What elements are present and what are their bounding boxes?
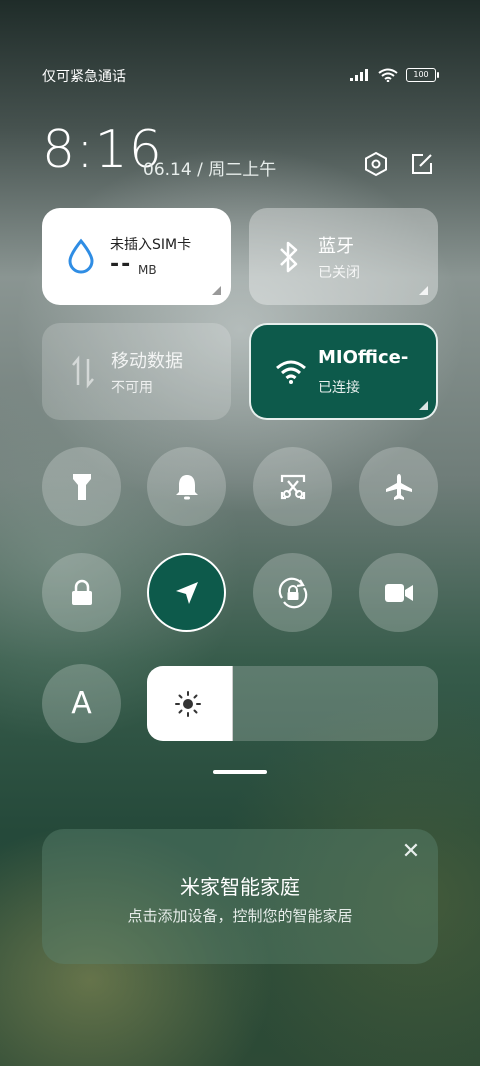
- location-icon: [175, 581, 198, 604]
- flashlight-icon: [72, 473, 91, 500]
- tile-expand-corner: [419, 286, 428, 295]
- close-icon[interactable]: ✕: [400, 841, 422, 863]
- mobile-data-arrows-icon: [72, 355, 94, 389]
- brightness-sun-icon: [175, 691, 201, 717]
- smart-home-card[interactable]: ✕ 米家智能家庭 点击添加设备，控制您的智能家居: [42, 829, 438, 964]
- silent-toggle[interactable]: [147, 447, 226, 526]
- mobile-data-tile[interactable]: 移动数据 不可用: [42, 323, 231, 420]
- video-camera-icon: [384, 583, 413, 602]
- edit-button[interactable]: [408, 150, 436, 178]
- wifi-tile[interactable]: MIOffice- 已连接: [249, 323, 438, 420]
- bluetooth-status: 已关闭: [318, 265, 360, 281]
- location-toggle[interactable]: [147, 553, 226, 632]
- status-emergency-only: 仅可紧急通话: [42, 69, 126, 85]
- wifi-icon: [276, 360, 306, 384]
- bell-icon: [175, 474, 198, 499]
- tile-expand-corner: [212, 286, 221, 295]
- mobile-data-title: 移动数据: [111, 351, 183, 372]
- screen-record-toggle[interactable]: [359, 553, 438, 632]
- airplane-icon: [385, 473, 412, 500]
- settings-hexagon-icon: [365, 151, 387, 177]
- lock-icon: [71, 579, 92, 605]
- airplane-mode-toggle[interactable]: [359, 447, 438, 526]
- data-usage-tile[interactable]: 未插入SIM卡 -- MB: [42, 208, 231, 305]
- rotation-lock-icon: [278, 577, 307, 608]
- screenshot-icon: [280, 474, 305, 499]
- bluetooth-icon: [280, 241, 298, 273]
- brightness-slider[interactable]: [147, 666, 438, 741]
- tile-expand-corner: [419, 401, 428, 410]
- bluetooth-tile[interactable]: 蓝牙 已关闭: [249, 208, 438, 305]
- rotation-lock-toggle[interactable]: [253, 553, 332, 632]
- data-tile-title: 未插入SIM卡: [110, 237, 192, 253]
- water-drop-icon: [68, 238, 94, 274]
- smart-home-title: 米家智能家庭: [180, 875, 300, 899]
- lock-screen-toggle[interactable]: [42, 553, 121, 632]
- screenshot-toggle[interactable]: [253, 447, 332, 526]
- wifi-status: 已连接: [318, 380, 360, 396]
- bluetooth-title: 蓝牙: [318, 236, 354, 257]
- clock-date: 06.14 / 周二上午: [143, 160, 277, 180]
- signal-icon: [350, 69, 368, 81]
- mobile-data-status: 不可用: [111, 380, 153, 396]
- wifi-network-name: MIOffice-: [318, 347, 409, 368]
- status-icons: 100: [350, 68, 439, 82]
- data-usage-unit: MB: [138, 263, 157, 277]
- auto-brightness-button[interactable]: A: [42, 664, 121, 743]
- smart-home-subtitle: 点击添加设备，控制您的智能家居: [127, 907, 353, 925]
- battery-icon: 100: [406, 68, 439, 82]
- wifi-status-icon: [378, 68, 398, 82]
- edit-icon: [412, 154, 432, 174]
- data-usage-value: --: [110, 252, 133, 277]
- flashlight-toggle[interactable]: [42, 447, 121, 526]
- panel-drag-handle[interactable]: [213, 770, 267, 774]
- settings-button[interactable]: [362, 150, 390, 178]
